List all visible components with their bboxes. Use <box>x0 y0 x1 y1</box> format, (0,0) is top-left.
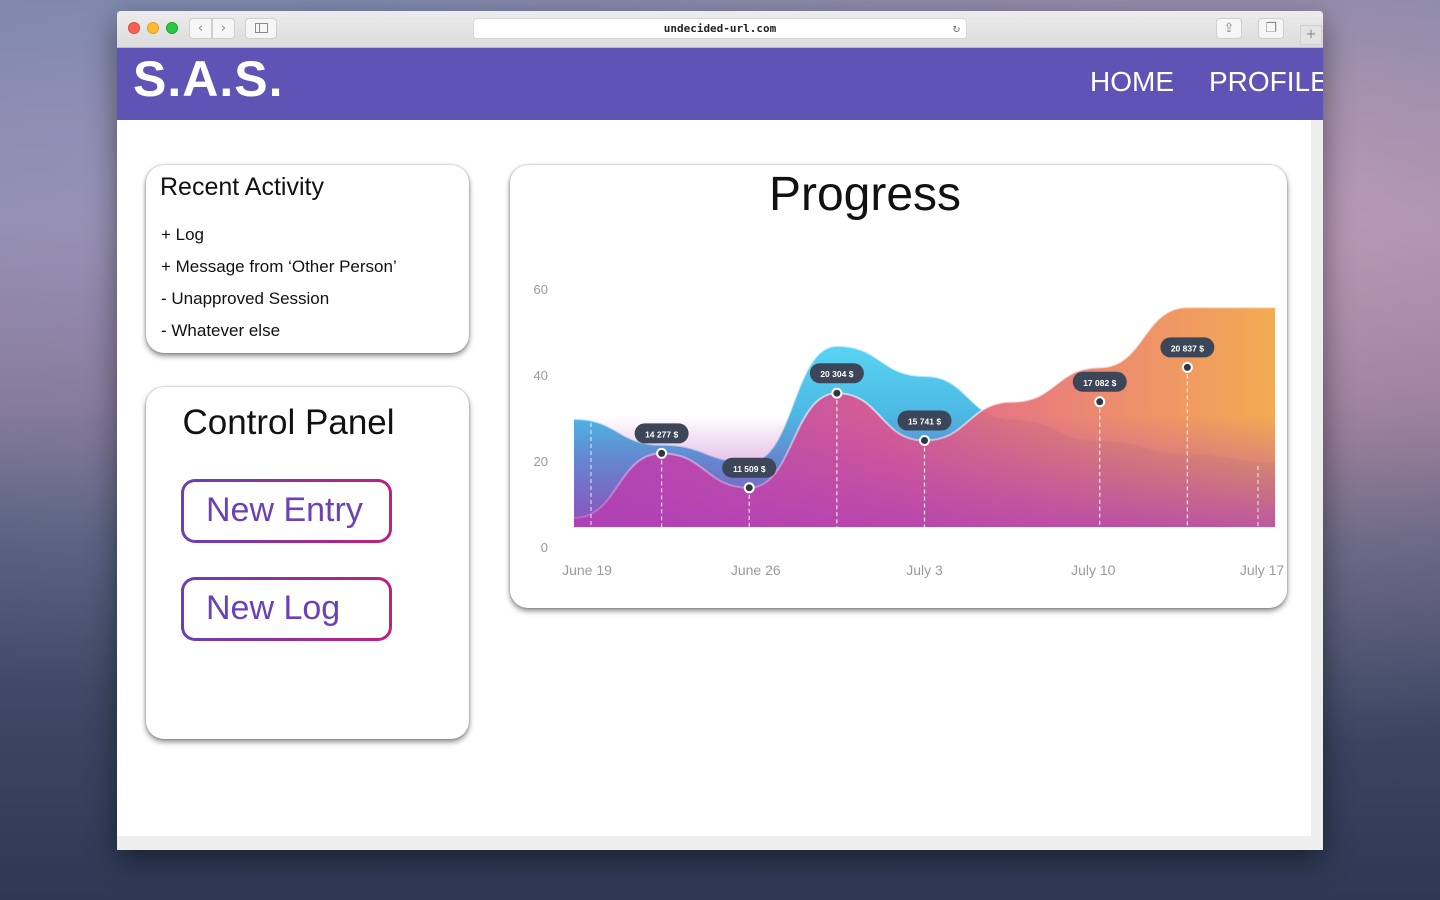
new-entry-label: New Entry <box>184 482 389 540</box>
sidebar-toggle-button[interactable] <box>245 18 277 39</box>
plus-icon: + <box>1305 27 1317 42</box>
x-tick-label: July 10 <box>1071 562 1116 578</box>
marker-tooltip-label: 11 509 $ <box>733 464 766 474</box>
y-tick-label: 20 <box>534 454 548 469</box>
recent-activity-card: Recent Activity + Log + Message from ‘Ot… <box>146 165 469 353</box>
share-icon: ⇪ <box>1223 21 1235 36</box>
marker-point <box>656 447 668 459</box>
recent-activity-title: Recent Activity <box>160 173 324 201</box>
list-item[interactable]: - Unapproved Session <box>161 287 397 319</box>
marker-tooltip-label: 20 304 $ <box>820 369 853 379</box>
marker-tooltip-label: 20 837 $ <box>1171 343 1204 353</box>
list-item[interactable]: - Whatever else <box>161 319 397 351</box>
marker-point <box>919 435 930 446</box>
reload-icon[interactable]: ↻ <box>953 19 960 38</box>
address-bar[interactable]: undecided-url.com ↻ <box>473 18 967 39</box>
marker-point <box>743 482 755 494</box>
new-tab-button[interactable]: + <box>1300 25 1322 45</box>
x-tick-label: June 26 <box>731 562 781 578</box>
sidebar-icon <box>254 23 268 33</box>
chevron-right-icon: › <box>220 21 227 36</box>
forward-button[interactable]: › <box>212 18 235 39</box>
zoom-window-button[interactable] <box>166 22 178 34</box>
activity-list: + Log + Message from ‘Other Person’ - Un… <box>161 223 397 351</box>
marker-tooltip-label: 17 082 $ <box>1083 378 1116 388</box>
page-bottom-edge <box>117 836 1323 850</box>
share-button[interactable]: ⇪ <box>1216 18 1242 39</box>
list-item[interactable]: + Log <box>161 223 397 255</box>
progress-chart: 0 20 40 60 14 277 $ 11 509 $ 20 304 $ 15 741 $ 1… <box>534 282 1285 578</box>
nav-link-profile[interactable]: PROFILE <box>1209 66 1323 98</box>
new-entry-button[interactable]: New Entry <box>181 479 392 543</box>
new-log-label: New Log <box>184 580 389 638</box>
marker-point <box>1094 396 1106 408</box>
show-tabs-button[interactable]: ❐ <box>1258 18 1284 39</box>
control-panel-title: Control Panel <box>182 403 395 442</box>
x-tick-label: July 17 <box>1240 562 1285 578</box>
url-text: undecided-url.com <box>663 22 777 35</box>
new-log-button[interactable]: New Log <box>181 577 392 641</box>
chevron-left-icon: ‹ <box>197 21 204 36</box>
x-tick-label: June 19 <box>562 562 612 578</box>
progress-card: Progress 0 20 40 60 14 277 $ 11 509 $ 20… <box>510 165 1287 608</box>
control-panel-card: Control Panel New Entry New Log <box>146 387 469 739</box>
site-logo[interactable]: S.A.S. <box>133 50 283 108</box>
page-scroll-edge <box>1311 120 1323 836</box>
marker-tooltip-label: 14 277 $ <box>645 429 678 439</box>
close-window-button[interactable] <box>128 22 140 34</box>
tabs-icon: ❐ <box>1265 21 1277 36</box>
marker-tooltip-label: 15 741 $ <box>908 417 941 427</box>
minimize-window-button[interactable] <box>147 22 159 34</box>
list-item[interactable]: + Message from ‘Other Person’ <box>161 255 397 287</box>
browser-window: ‹ › undecided-url.com ↻ ⇪ ❐ + S.A.S. HOM… <box>117 11 1323 850</box>
site-navbar: S.A.S. HOME PROFILE <box>117 48 1323 120</box>
nav-link-home[interactable]: HOME <box>1090 66 1174 98</box>
y-tick-label: 0 <box>541 540 548 555</box>
browser-titlebar: ‹ › undecided-url.com ↻ ⇪ ❐ + <box>117 11 1323 48</box>
y-tick-label: 40 <box>534 368 548 383</box>
marker-point <box>1181 361 1193 373</box>
marker-point <box>831 387 843 399</box>
back-button[interactable]: ‹ <box>189 18 212 39</box>
y-tick-label: 60 <box>534 282 548 297</box>
x-tick-label: July 3 <box>906 562 943 578</box>
page-content: Recent Activity + Log + Message from ‘Ot… <box>117 120 1311 836</box>
